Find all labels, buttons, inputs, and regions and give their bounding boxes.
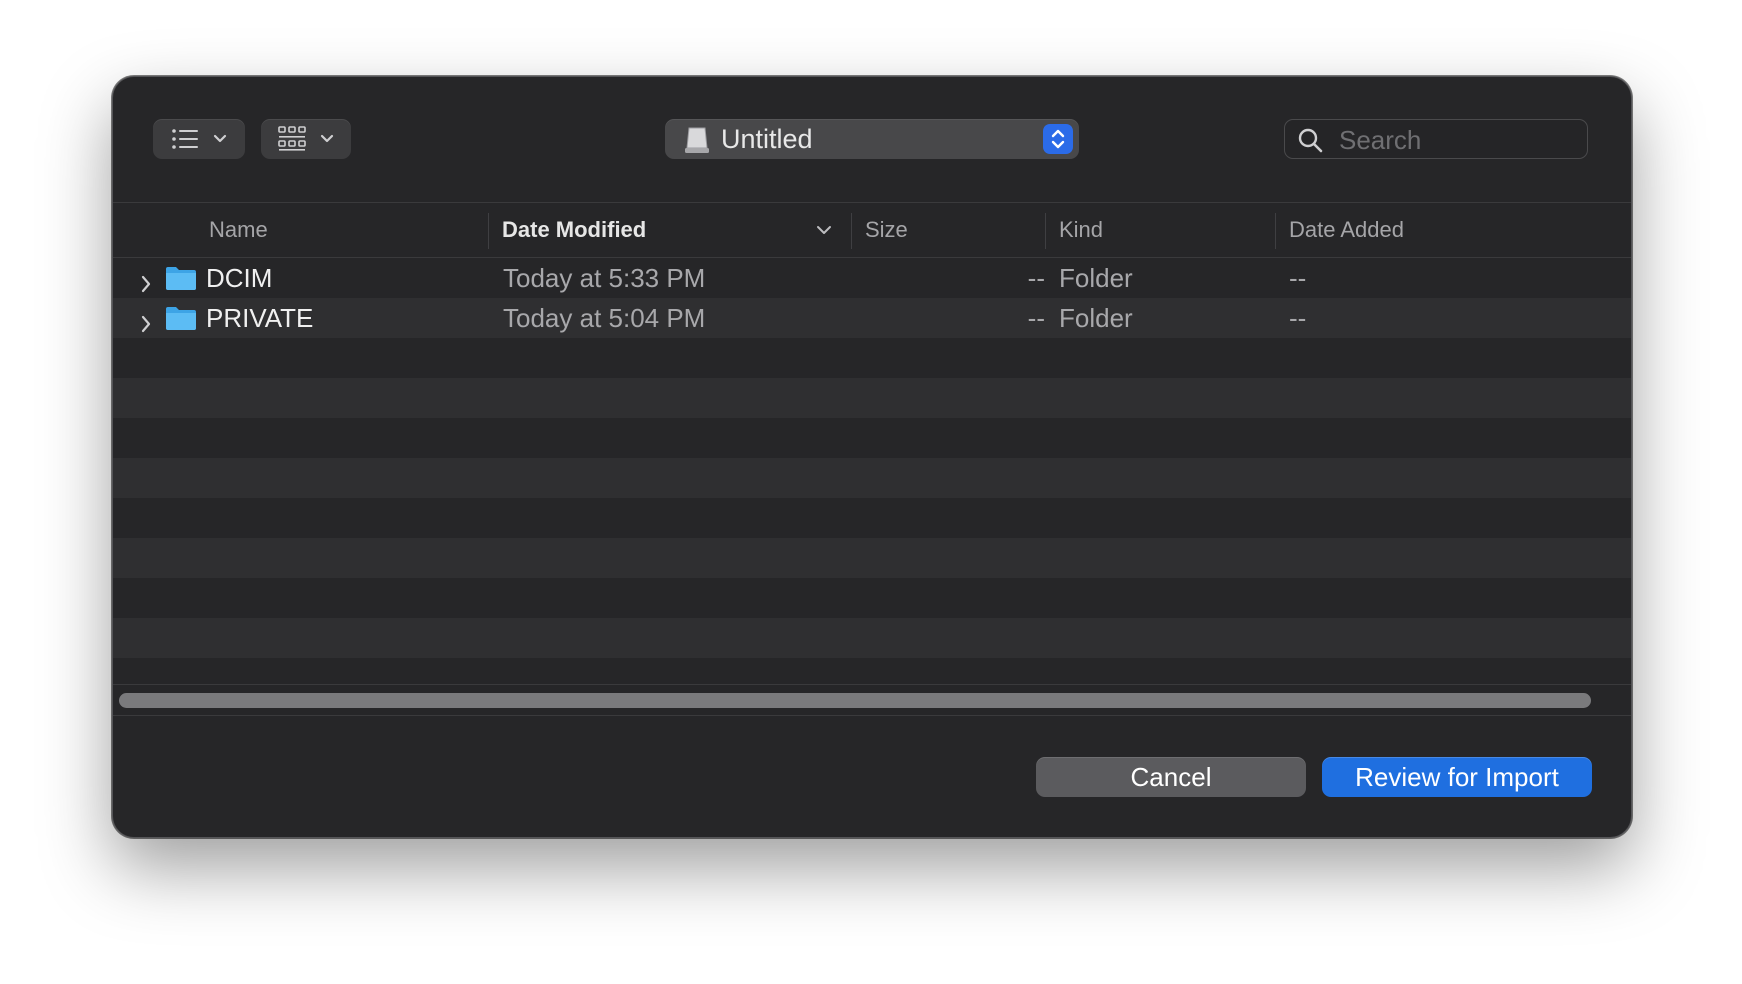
column-header-date-modified[interactable]: Date Modified xyxy=(488,203,646,257)
list-icon xyxy=(171,128,199,150)
column-header-bar: Name Date Modified Size Kind Date Added xyxy=(113,202,1631,258)
empty-row xyxy=(113,458,1631,498)
row-name: PRIVATE xyxy=(206,303,314,333)
review-for-import-button[interactable]: Review for Import xyxy=(1322,757,1592,797)
column-header-kind[interactable]: Kind xyxy=(1045,203,1103,257)
table-row[interactable]: DCIM Today at 5:33 PM -- Folder -- xyxy=(113,258,1631,298)
location-label: Untitled xyxy=(721,124,813,154)
scrollbar-thumb[interactable] xyxy=(119,693,1591,708)
search-input[interactable] xyxy=(1337,124,1571,156)
row-kind: Folder xyxy=(1059,303,1133,333)
grid-icon xyxy=(278,126,306,152)
search-icon xyxy=(1297,127,1323,158)
empty-row xyxy=(113,538,1631,578)
empty-row xyxy=(113,418,1631,458)
column-header-size[interactable]: Size xyxy=(851,203,908,257)
row-date-modified: Today at 5:33 PM xyxy=(503,263,706,293)
sort-descending-icon xyxy=(816,223,832,241)
empty-row xyxy=(113,578,1631,618)
folder-icon xyxy=(165,305,197,338)
search-field[interactable] xyxy=(1284,119,1588,159)
row-date-added: -- xyxy=(1289,263,1307,293)
column-header-name[interactable]: Name xyxy=(195,203,268,257)
empty-row xyxy=(113,498,1631,538)
chevron-right-icon[interactable] xyxy=(140,309,152,340)
row-size: -- xyxy=(1027,303,1045,333)
list-view-button[interactable] xyxy=(153,119,245,159)
empty-row xyxy=(113,338,1631,378)
chevron-down-icon xyxy=(213,134,227,144)
popup-stepper-icon xyxy=(1043,124,1073,154)
folder-icon xyxy=(165,265,197,298)
row-date-modified: Today at 5:04 PM xyxy=(503,303,706,333)
grid-view-button[interactable] xyxy=(261,119,351,159)
import-dialog: Untitled Name Date Modified Size xyxy=(112,76,1632,838)
row-size: -- xyxy=(1027,263,1045,293)
file-list: DCIM Today at 5:33 PM -- Folder -- PRIVA… xyxy=(113,258,1631,678)
row-name: DCIM xyxy=(206,263,273,293)
horizontal-scrollbar[interactable] xyxy=(113,684,1631,716)
row-date-added: -- xyxy=(1289,303,1307,333)
chevron-right-icon[interactable] xyxy=(140,269,152,300)
row-kind: Folder xyxy=(1059,263,1133,293)
column-header-date-added[interactable]: Date Added xyxy=(1275,203,1404,257)
empty-row xyxy=(113,658,1631,678)
empty-row xyxy=(113,378,1631,418)
table-row[interactable]: PRIVATE Today at 5:04 PM -- Folder -- xyxy=(113,298,1631,338)
cancel-button[interactable]: Cancel xyxy=(1036,757,1306,797)
drive-icon xyxy=(683,126,711,159)
empty-row xyxy=(113,618,1631,658)
chevron-down-icon xyxy=(320,134,334,144)
location-popup[interactable]: Untitled xyxy=(665,119,1079,159)
